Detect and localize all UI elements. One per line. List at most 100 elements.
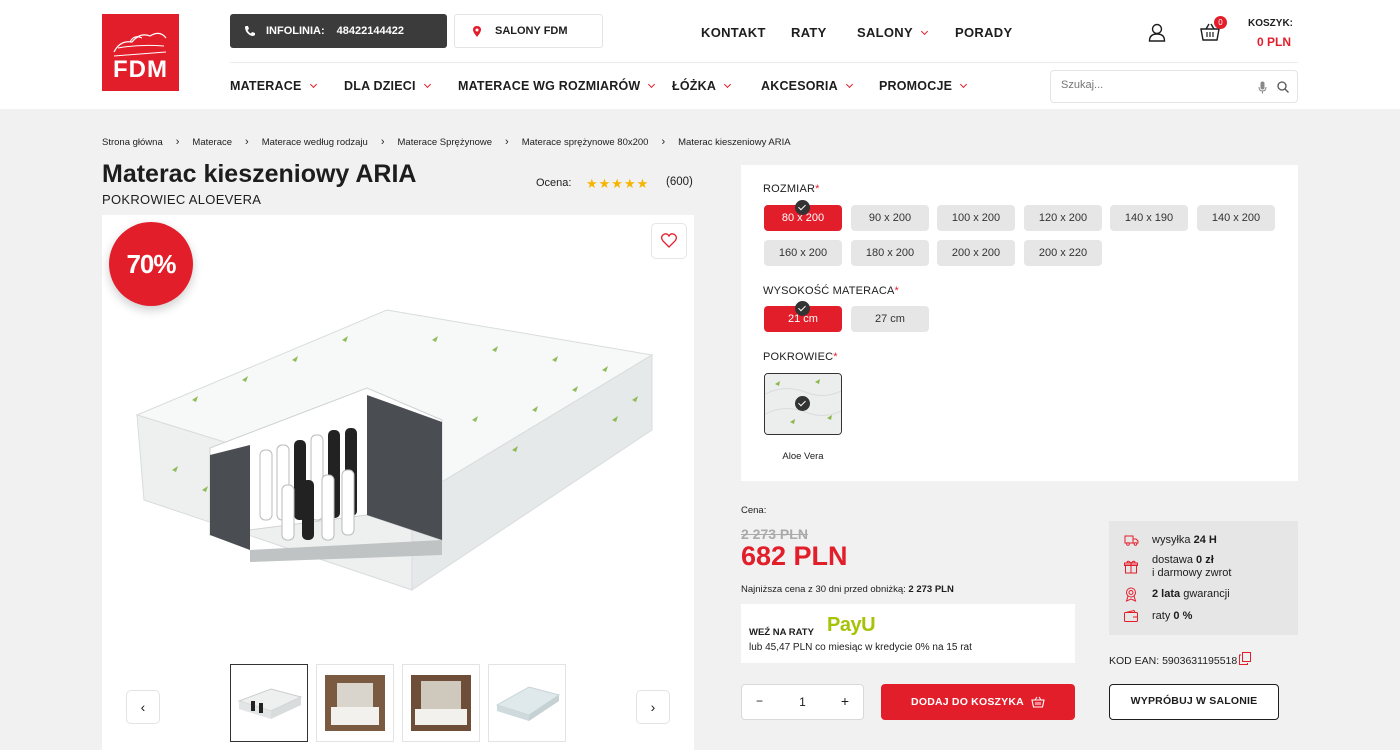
thumbnail-image [495,686,561,721]
quantity-increase-button[interactable]: + [841,693,849,709]
gallery-thumbnail[interactable] [402,664,480,742]
gallery-thumbnail[interactable] [230,664,308,742]
topnav-raty[interactable]: RATY [791,25,827,40]
required-mark: * [894,285,900,297]
location-pin-icon [473,25,481,37]
product-subtitle: POKROWIEC ALOEVERA [102,192,262,207]
perk-raty: raty 0 % [1152,610,1192,622]
cover-option-label: POKROWIEC* [763,351,838,363]
mainnav-materace-label: MATERACE [230,79,302,93]
breadcrumb-item[interactable]: Strona główna [102,137,163,148]
breadcrumb-item[interactable]: Materace Sprężynowe [398,137,493,148]
size-chip[interactable]: 90 x 200 [851,205,929,231]
perk-shipping-bold: 24 H [1193,534,1217,546]
truck-icon [1124,535,1139,546]
topnav-porady[interactable]: PORADY [955,25,1012,40]
mainnav-lozka[interactable]: ŁÓŻKA [672,79,732,93]
price-label: Cena: [741,505,767,516]
discount-badge: 70% [109,222,193,306]
gallery-prev-button[interactable]: ‹ [126,690,160,724]
breadcrumb-separator: › [505,136,509,148]
breadcrumb-separator: › [661,136,666,148]
cart-label: KOSZYK: [1248,18,1293,29]
cover-label-text: POKROWIEC [763,351,834,363]
lowest-price-note: Najniższa cena z 30 dni przed obniżką: 2… [741,584,954,595]
thumbnail-image [411,675,471,731]
logo-text: FDM [113,56,168,83]
product-main-image[interactable] [132,300,662,600]
lowest-price-value: 2 273 PLN [908,584,954,595]
chevron-down-icon [845,80,853,89]
size-chip[interactable]: 160 x 200 [764,240,842,266]
breadcrumb: Strona główna › Materace › Materace według… [102,136,791,149]
rating-count[interactable]: (600) [666,176,693,188]
breadcrumb-current: Materac kieszeniowy ARIA [678,137,791,148]
chevron-down-icon [960,80,968,89]
perk-delivery-bold: 0 zł [1196,554,1214,566]
fdm-logo[interactable]: FDM [102,14,179,91]
gallery-thumbnail[interactable] [316,664,394,742]
stores-button[interactable]: SALONY FDM [454,14,603,48]
try-in-store-button[interactable]: WYPRÓBUJ W SALONIE [1109,684,1279,720]
size-chip[interactable]: 140 x 190 [1110,205,1188,231]
page-title: Materac kieszeniowy ARIA [102,160,417,188]
mainnav-dla-dzieci-label: DLA DZIECI [344,79,416,93]
hotline-box[interactable]: INFOLINIA: 48422144422 [230,14,447,48]
required-mark: * [815,183,820,195]
height-label-text: WYSOKOŚĆ MATERACA [763,285,895,297]
breadcrumb-item[interactable]: Materace sprężynowe 80x200 [522,137,649,148]
wishlist-button[interactable] [651,223,687,259]
gallery-next-button[interactable]: › [636,690,670,724]
size-chip[interactable]: 200 x 200 [937,240,1015,266]
hotline-number[interactable]: 48422144422 [337,25,404,37]
user-icon[interactable] [1148,23,1166,42]
installments-title: WEŹ NA RATY [749,627,814,638]
chevron-down-icon [648,80,656,89]
size-chip[interactable]: 100 x 200 [937,205,1015,231]
ean-code: KOD EAN: 5903631195518 [1109,655,1238,667]
mainnav-rozmiary[interactable]: MATERACE WG ROZMIARÓW [458,79,656,93]
microphone-icon[interactable] [1258,81,1267,94]
mainnav-promocje[interactable]: PROMOCJE [879,79,968,93]
mainnav-akcesoria[interactable]: AKCESORIA [761,79,853,93]
required-mark: * [833,351,838,363]
chevron-down-icon [423,80,431,89]
perk-shipping-text: wysyłka [1152,534,1191,546]
breadcrumb-item[interactable]: Materace [192,137,232,148]
size-option-label: ROZMIAR* [763,183,820,195]
cart-count-badge: 0 [1214,16,1227,29]
size-label-text: ROZMIAR [763,183,816,195]
breadcrumb-separator: › [380,136,385,148]
size-chip[interactable]: 200 x 220 [1024,240,1102,266]
breadcrumb-item[interactable]: Materace według rodzaju [262,137,368,148]
gallery-thumbnail[interactable] [488,664,566,742]
basket-icon [1031,696,1045,708]
chevron-down-icon [920,27,929,36]
cart-value[interactable]: 0 PLN [1257,35,1291,49]
installments-box[interactable]: WEŹ NA RATY PayU lub 45,47 PLN co miesią… [741,604,1075,663]
perk-warranty-bold: 2 lata [1152,588,1181,600]
mainnav-dla-dzieci[interactable]: DLA DZIECI [344,79,431,93]
size-chip[interactable]: 180 x 200 [851,240,929,266]
mainnav-materace[interactable]: MATERACE [230,79,317,93]
phone-icon [245,26,255,36]
topnav-salony[interactable]: SALONY [857,25,929,40]
size-chip[interactable]: 140 x 200 [1197,205,1275,231]
search-icon[interactable] [1277,81,1289,93]
heart-icon [661,233,677,248]
add-to-cart-button[interactable]: DODAJ DO KOSZYKA [881,684,1075,720]
chevron-down-icon [309,80,317,89]
perk-delivery-line2: i darmowy zwrot [1152,567,1232,579]
topnav-kontakt[interactable]: KONTAKT [701,25,766,40]
copy-icon[interactable] [1239,652,1251,665]
mainnav-akcesoria-label: AKCESORIA [761,79,838,93]
breadcrumb-separator: › [245,136,249,148]
search-input[interactable] [1061,79,1241,91]
height-chip[interactable]: 27 cm [851,306,929,332]
perk-warranty-text: gwarancji [1183,588,1230,600]
check-icon [795,396,810,411]
size-chip[interactable]: 120 x 200 [1024,205,1102,231]
chevron-down-icon [724,80,732,89]
perks-box: wysyłka 24 H dostawa 0 zł i darmowy zwrot… [1109,521,1298,635]
quantity-stepper: − 1 + [741,684,864,720]
